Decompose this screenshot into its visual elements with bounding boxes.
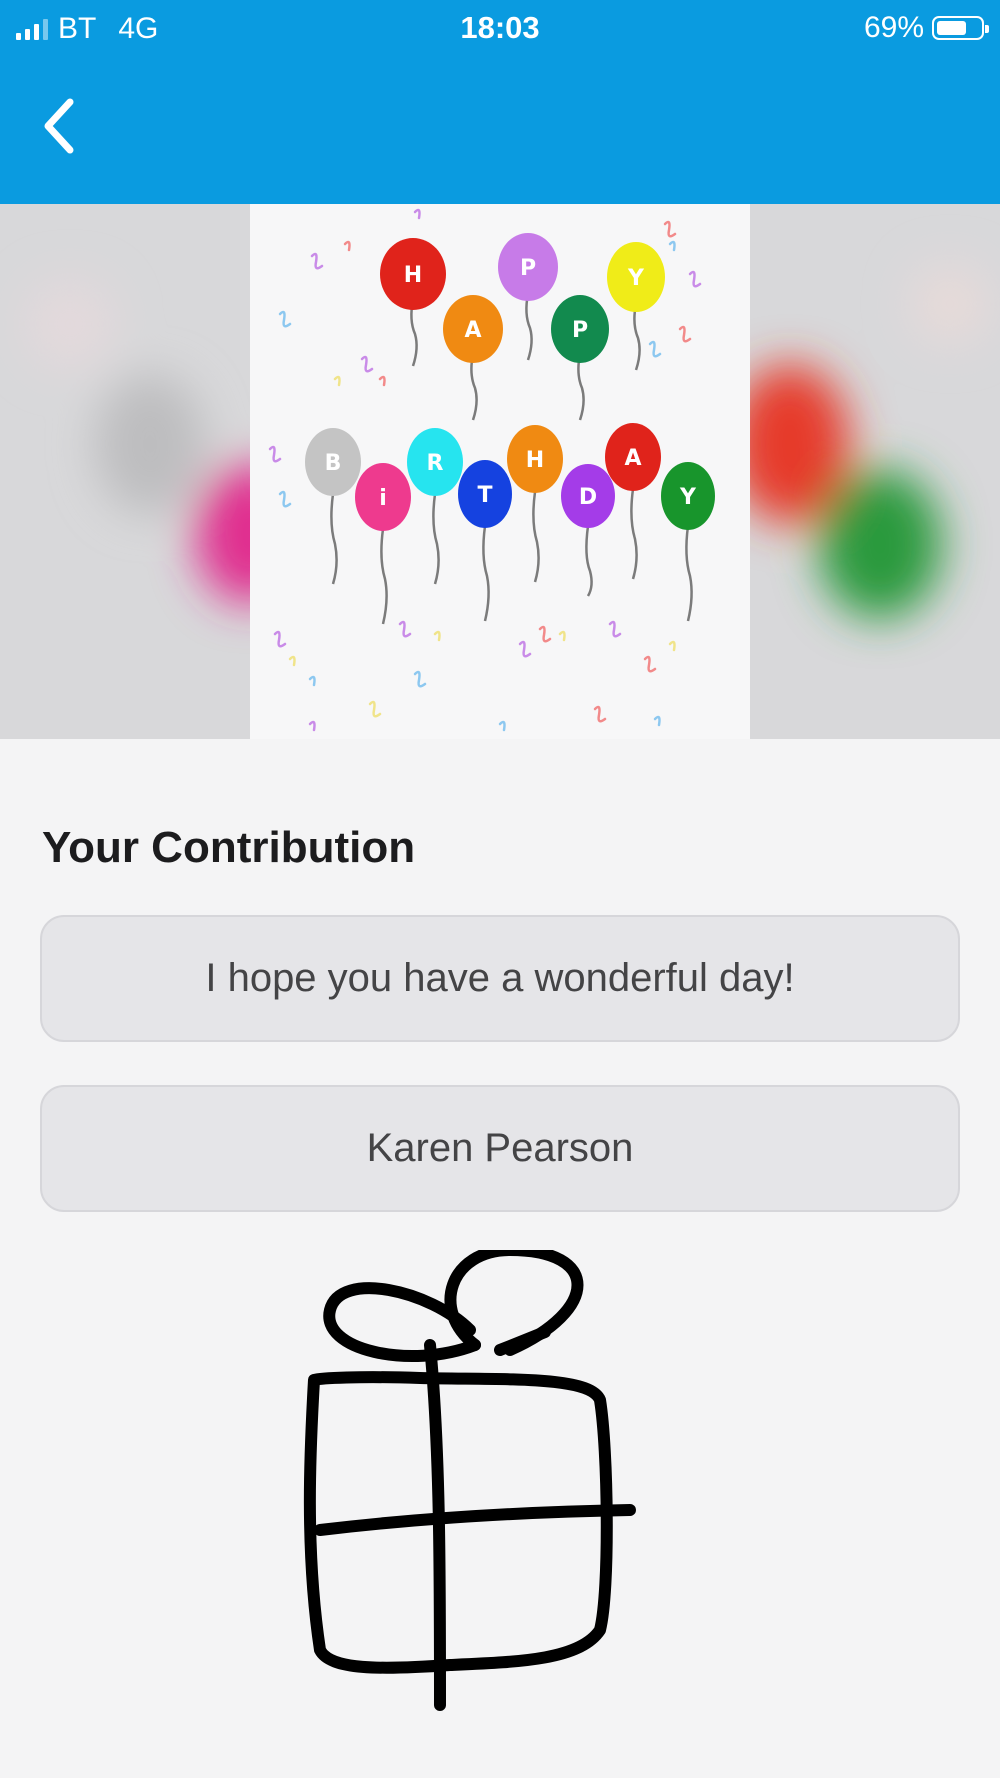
back-button[interactable] xyxy=(28,94,92,158)
name-field[interactable]: Karen Pearson xyxy=(40,1085,960,1212)
svg-text:B: B xyxy=(325,451,342,476)
svg-text:A: A xyxy=(464,318,481,343)
svg-text:H: H xyxy=(526,448,544,473)
gift-box-drawing[interactable] xyxy=(300,1250,740,1720)
svg-text:H: H xyxy=(404,263,422,288)
status-time: 18:03 xyxy=(460,10,540,45)
chevron-left-icon xyxy=(44,98,74,154)
card-image-area: H A P P Y B i R T H D A Y xyxy=(0,204,1000,739)
happy-birthday-balloons-image: H A P P Y B i R T H D A Y xyxy=(268,208,715,732)
svg-text:D: D xyxy=(579,485,597,510)
name-text: Karen Pearson xyxy=(366,1126,634,1170)
svg-text:T: T xyxy=(477,483,492,508)
svg-text:P: P xyxy=(520,256,536,281)
svg-text:i: i xyxy=(379,486,387,511)
svg-text:P: P xyxy=(572,318,588,343)
svg-text:Y: Y xyxy=(679,485,697,510)
message-text: I hope you have a wonderful day! xyxy=(205,956,795,1000)
svg-text:A: A xyxy=(624,446,641,471)
nav-bar xyxy=(0,58,1000,204)
status-bar: BT 4G 18:03 69% xyxy=(0,0,1000,58)
section-title: Your Contribution xyxy=(42,823,416,872)
status-right: 69% xyxy=(863,10,989,46)
birthday-card[interactable]: H A P P Y B i R T H D A Y xyxy=(250,204,750,739)
message-field[interactable]: I hope you have a wonderful day! xyxy=(40,915,960,1042)
battery-level xyxy=(937,21,966,35)
svg-text:Y: Y xyxy=(627,266,645,291)
battery-percentage: 69% xyxy=(863,11,924,44)
svg-text:R: R xyxy=(427,451,444,476)
battery-icon xyxy=(932,16,989,40)
